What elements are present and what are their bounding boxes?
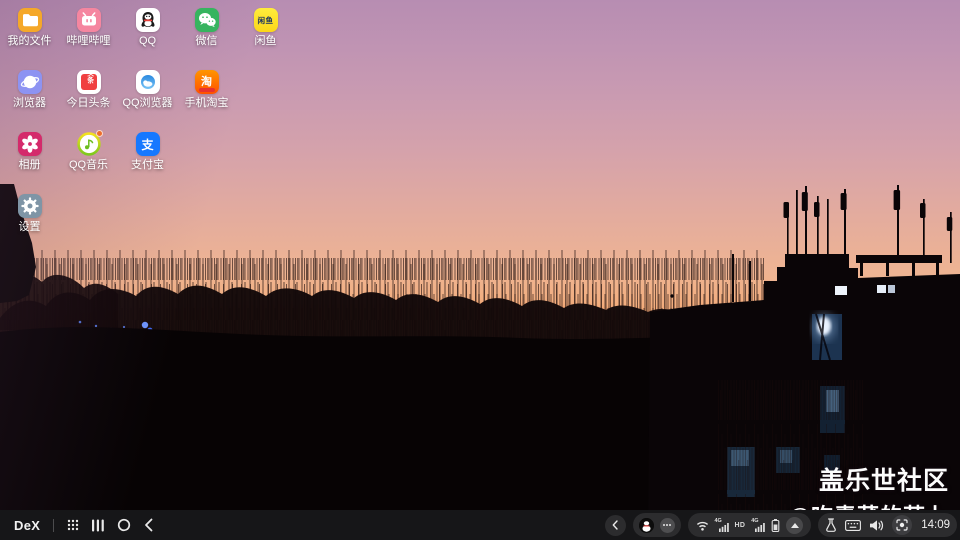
taobao-icon: 淘: [195, 70, 219, 94]
taskbar-left: DeX: [14, 515, 153, 535]
app-alipay[interactable]: 支 支付宝: [118, 132, 177, 194]
app-qq[interactable]: QQ: [118, 8, 177, 70]
sim2-signal-icon: 4G: [751, 519, 765, 532]
app-label: 手机淘宝: [185, 97, 229, 110]
virtual-keyboard-button[interactable]: [845, 520, 861, 531]
qq-running-app-button[interactable]: [639, 518, 654, 533]
alipay-icon: 支: [136, 132, 160, 156]
app-wechat[interactable]: 微信: [177, 8, 236, 70]
qq-browser-icon: [136, 70, 160, 94]
back-chevron-icon: [144, 518, 153, 532]
notification-badge: [96, 130, 103, 137]
taobao-ribbon: [199, 88, 215, 92]
taskbar-tools-pill: 14:09: [818, 513, 957, 537]
wechat-icon: [195, 8, 219, 32]
app-qq-music[interactable]: QQ音乐: [59, 132, 118, 194]
app-label: 哔哩哔哩: [67, 35, 111, 48]
app-label: 设置: [19, 221, 41, 234]
app-label: 支付宝: [131, 159, 164, 172]
recents-icon: [92, 519, 104, 532]
hd-indicator: HD: [735, 522, 746, 529]
qq-icon: [136, 8, 160, 32]
dex-desktop: 我的文件 哔哩哔哩: [0, 0, 960, 540]
taskbar-divider: [53, 519, 54, 532]
app-gallery[interactable]: 相册: [0, 132, 59, 194]
toutiao-icon: 头条: [77, 70, 101, 94]
wifi-icon: [696, 520, 709, 531]
app-qq-browser[interactable]: QQ浏览器: [118, 70, 177, 132]
taobao-icon-text: 淘: [201, 73, 212, 89]
app-label: QQ浏览器: [122, 97, 172, 110]
dex-labs-flask-button[interactable]: [825, 518, 837, 532]
status-tray[interactable]: 4G HD 4G: [688, 513, 812, 537]
my-files-icon: [18, 8, 42, 32]
desktop-icon-grid: 我的文件 哔哩哔哩: [0, 8, 295, 256]
app-xianyu[interactable]: 闲鱼 闲鱼: [236, 8, 295, 70]
gallery-icon: [18, 132, 42, 156]
app-label: 我的文件: [8, 35, 52, 48]
app-my-files[interactable]: 我的文件: [0, 8, 59, 70]
browser-icon: [18, 70, 42, 94]
app-label: 今日头条: [67, 97, 111, 110]
sim1-signal-icon: 4G: [715, 519, 729, 532]
app-settings[interactable]: 设置: [0, 194, 59, 256]
running-apps-pill: [633, 513, 681, 537]
app-samsung-internet[interactable]: 浏览器: [0, 70, 59, 132]
recents-button[interactable]: [92, 515, 104, 535]
taskbar-clock[interactable]: 14:09: [921, 519, 950, 531]
dex-button[interactable]: DeX: [14, 518, 40, 533]
app-taobao[interactable]: 淘 手机淘宝: [177, 70, 236, 132]
bilibili-icon: [77, 8, 101, 32]
app-label: 微信: [196, 35, 218, 48]
alipay-icon-text: 支: [141, 136, 153, 153]
watermark-community: 盖乐世社区: [789, 461, 949, 497]
app-label: 闲鱼: [255, 35, 277, 48]
qq-music-icon: [77, 132, 101, 156]
taskbar: DeX: [0, 510, 960, 540]
app-label: QQ音乐: [69, 159, 108, 172]
home-circle-icon: [117, 518, 131, 532]
quick-panel-expand-button[interactable]: [786, 517, 803, 534]
apps-button[interactable]: [67, 515, 79, 535]
up-arrow-icon: [791, 523, 799, 528]
chevron-left-icon: [612, 520, 618, 530]
xianyu-icon: 闲鱼: [254, 8, 278, 32]
xianyu-icon-text: 闲鱼: [258, 15, 274, 26]
more-options-button[interactable]: [660, 518, 675, 533]
app-label: 相册: [19, 159, 41, 172]
capture-frame-icon: [896, 519, 908, 531]
home-button[interactable]: [117, 515, 131, 535]
battery-icon: [771, 519, 780, 532]
app-bilibili[interactable]: 哔哩哔哩: [59, 8, 118, 70]
taskbar-right: 4G HD 4G: [605, 513, 958, 537]
screen-capture-button[interactable]: [892, 515, 912, 535]
app-grid-icon: [67, 519, 79, 531]
app-label: 浏览器: [13, 97, 46, 110]
taskbar-collapse-button[interactable]: [605, 515, 626, 536]
settings-icon: [18, 194, 42, 218]
volume-button[interactable]: [869, 519, 884, 532]
qq-penguin-icon: [639, 518, 654, 533]
app-toutiao[interactable]: 头条 今日头条: [59, 70, 118, 132]
back-button[interactable]: [144, 515, 153, 535]
app-label: QQ: [139, 35, 156, 48]
